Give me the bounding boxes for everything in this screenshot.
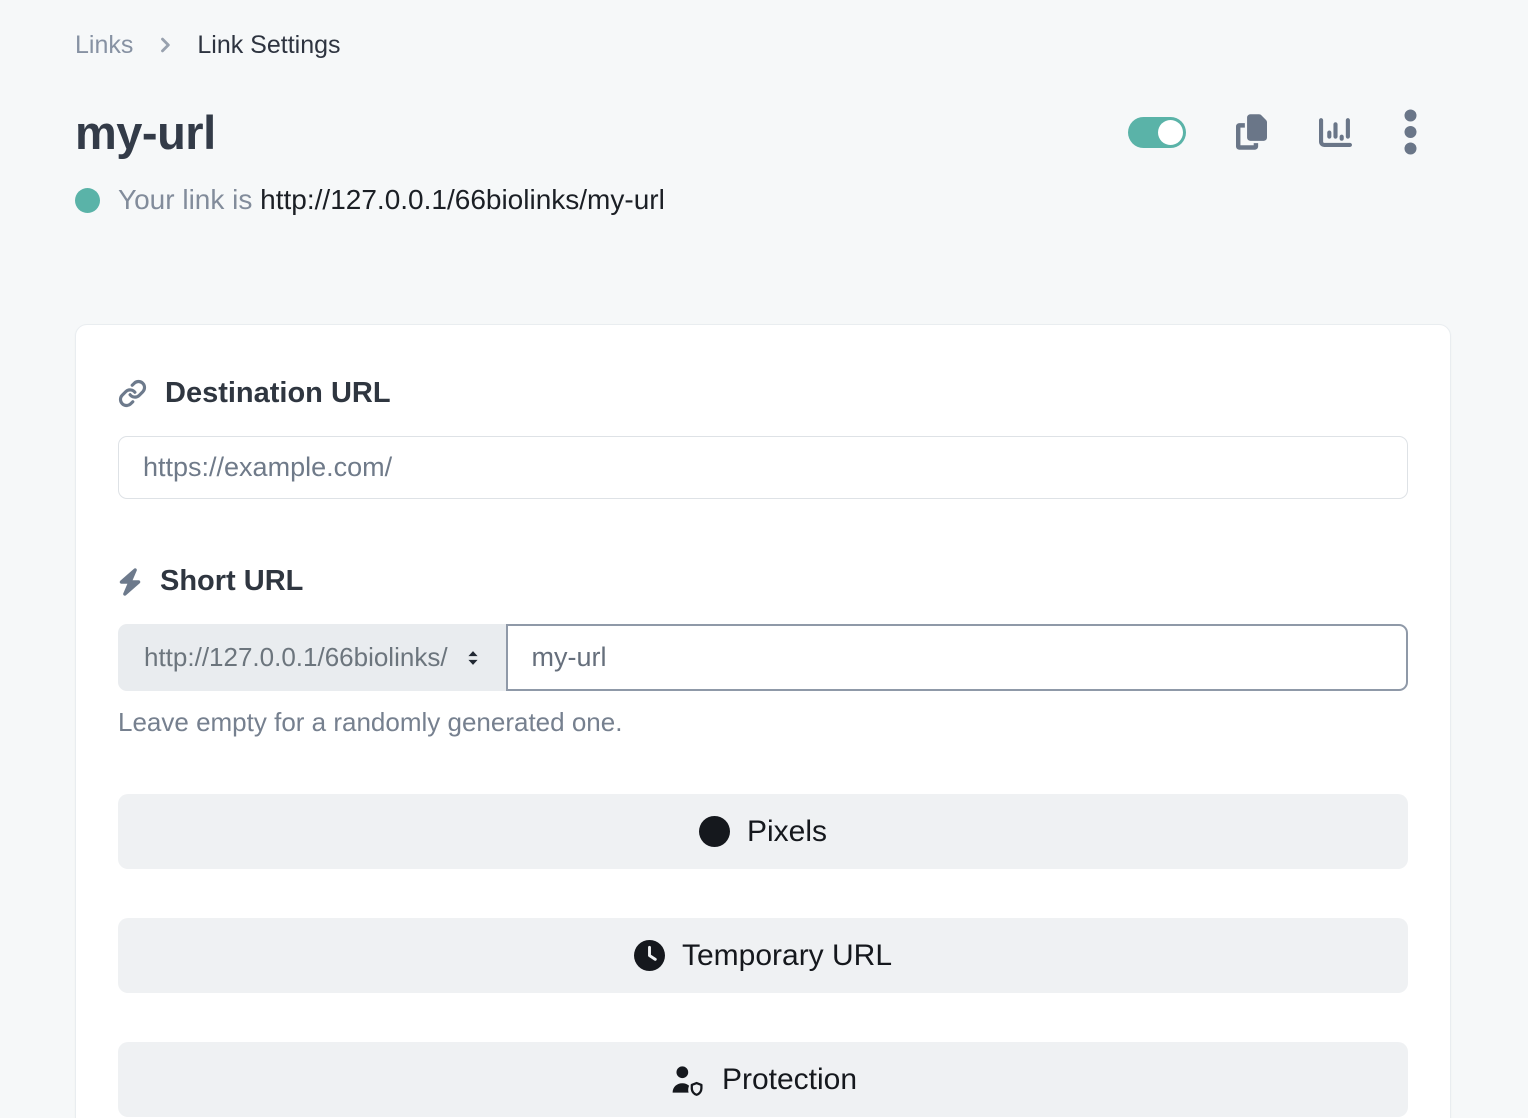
- link-settings-page: Links Link Settings my-url: [0, 0, 1528, 1118]
- user-shield-icon: [669, 1064, 705, 1096]
- more-options-button[interactable]: [1404, 109, 1417, 155]
- header-actions: [1128, 109, 1417, 155]
- breadcrumb-current: Link Settings: [197, 31, 340, 60]
- short-url-section: Short URL http://127.0.0.1/66biolinks/ L…: [118, 565, 1408, 738]
- short-url-label-row: Short URL: [118, 565, 1408, 598]
- status-label-text: Your link is: [118, 184, 252, 215]
- destination-url-label: Destination URL: [165, 377, 391, 410]
- collapsed-sections: Pixels Temporary URL Protection: [118, 794, 1408, 1117]
- domain-prefix-select[interactable]: http://127.0.0.1/66biolinks/: [118, 624, 506, 691]
- copy-icon: [1236, 114, 1267, 150]
- link-settings-card: Destination URL Short URL http://127.0.0…: [75, 324, 1451, 1118]
- clock-icon: [634, 940, 665, 971]
- status-dot-icon: [75, 188, 100, 213]
- short-url-label: Short URL: [160, 565, 303, 598]
- domain-prefix-value: http://127.0.0.1/66biolinks/: [144, 642, 448, 673]
- link-icon: [118, 379, 147, 408]
- breadcrumb: Links Link Settings: [75, 27, 1451, 63]
- short-url-input-group: http://127.0.0.1/66biolinks/: [118, 624, 1408, 691]
- link-status: Your link is http://127.0.0.1/66biolinks…: [75, 181, 1451, 219]
- statistics-icon: [1317, 116, 1354, 149]
- protection-section-button[interactable]: Protection: [118, 1042, 1408, 1117]
- copy-link-button[interactable]: [1236, 114, 1267, 150]
- more-options-icon: [1404, 109, 1417, 155]
- pixels-section-button[interactable]: Pixels: [118, 794, 1408, 869]
- statistics-button[interactable]: [1317, 116, 1354, 149]
- destination-url-label-row: Destination URL: [118, 377, 1408, 410]
- bolt-icon: [118, 568, 142, 596]
- status-label: Your link is http://127.0.0.1/66biolinks…: [118, 184, 665, 216]
- temporary-url-button-label: Temporary URL: [682, 939, 892, 973]
- toggle-knob: [1158, 120, 1183, 145]
- pixels-button-label: Pixels: [747, 815, 827, 849]
- page-title: my-url: [75, 105, 216, 160]
- protection-button-label: Protection: [722, 1063, 857, 1097]
- status-url: http://127.0.0.1/66biolinks/my-url: [260, 184, 665, 215]
- chevron-right-icon: [155, 35, 175, 55]
- page-header: my-url: [75, 99, 1451, 165]
- link-enabled-toggle[interactable]: [1128, 117, 1186, 148]
- destination-url-input[interactable]: [118, 436, 1408, 499]
- temporary-url-section-button[interactable]: Temporary URL: [118, 918, 1408, 993]
- destination-url-section: Destination URL: [118, 377, 1408, 499]
- short-url-help-text: Leave empty for a randomly generated one…: [118, 707, 1408, 738]
- half-circle-icon: [699, 816, 730, 847]
- sort-caret-icon: [462, 645, 484, 671]
- short-url-slug-input[interactable]: [506, 624, 1408, 691]
- breadcrumb-links[interactable]: Links: [75, 31, 133, 60]
